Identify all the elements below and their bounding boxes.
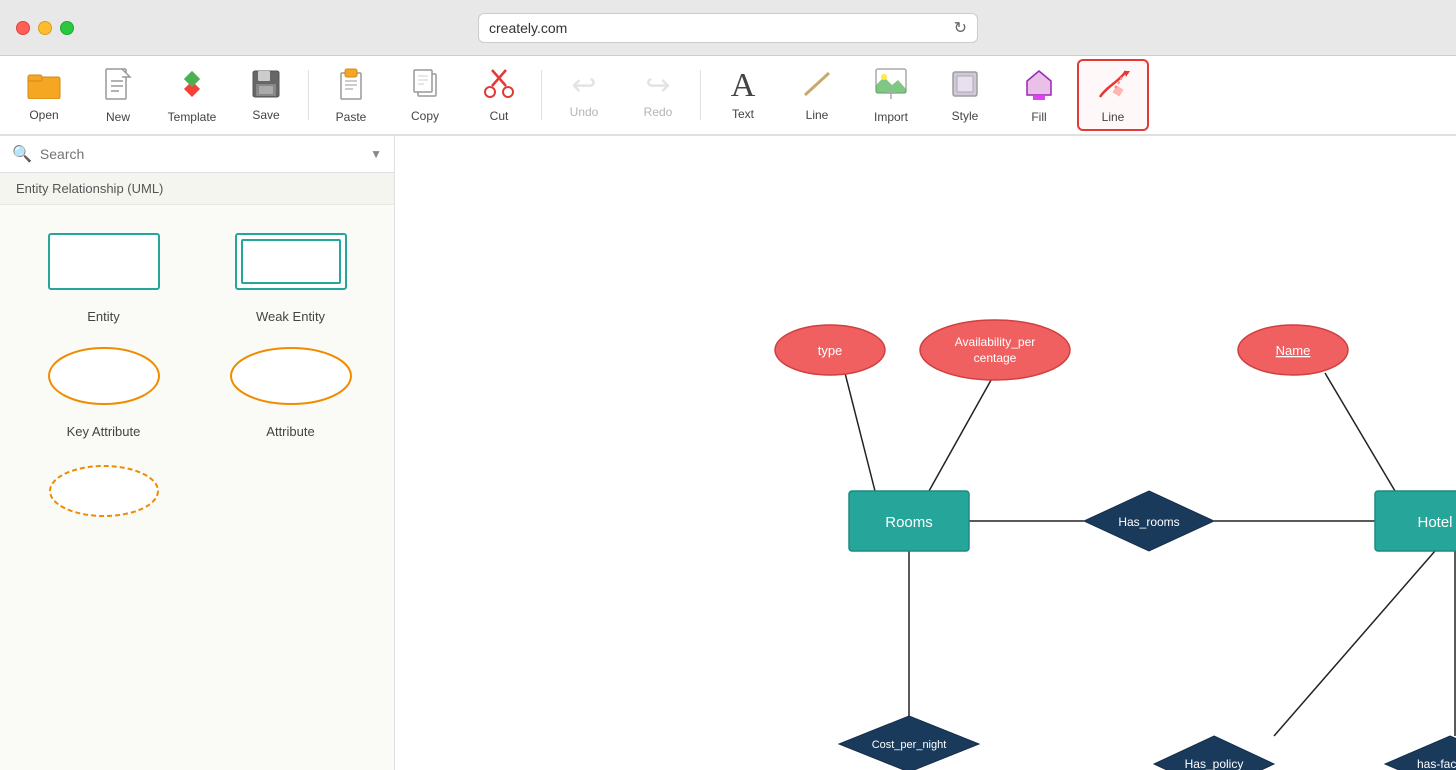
toolbar-style[interactable]: Style <box>929 59 1001 131</box>
line-active-label: Line <box>1102 110 1125 124</box>
import-label: Import <box>874 110 908 124</box>
new-label: New <box>106 110 130 124</box>
toolbar-cut[interactable]: Cut <box>463 59 535 131</box>
close-button[interactable] <box>16 21 30 35</box>
attribute-preview <box>221 336 361 416</box>
save-icon <box>251 69 281 104</box>
toolbar-copy[interactable]: Copy <box>389 59 461 131</box>
toolbar: Open New Template Save Paste <box>0 56 1456 136</box>
search-icon[interactable]: 🔍 <box>12 144 32 164</box>
open-label: Open <box>29 108 58 122</box>
svg-text:Rooms: Rooms <box>885 514 933 531</box>
partial-preview <box>34 451 174 531</box>
toolbar-save[interactable]: Save <box>230 59 302 131</box>
weak-entity-preview <box>221 221 361 301</box>
maximize-button[interactable] <box>60 21 74 35</box>
toolbar-fill[interactable]: Fill <box>1003 59 1075 131</box>
shape-item-attribute[interactable]: Attribute <box>203 336 378 439</box>
sidebar: 🔍 ▼ Entity Relationship (UML) Entity <box>0 136 395 770</box>
main-layout: 🔍 ▼ Entity Relationship (UML) Entity <box>0 136 1456 770</box>
svg-text:Has_policy: Has_policy <box>1185 757 1244 770</box>
svg-text:has-facilities: has-facilities <box>1417 757 1456 770</box>
toolbar-template[interactable]: Template <box>156 59 228 131</box>
weak-entity-label: Weak Entity <box>256 309 325 324</box>
toolbar-redo: ↪ Redo <box>622 59 694 131</box>
url-text: creately.com <box>489 20 567 36</box>
refresh-icon[interactable]: ↻ <box>954 18 967 38</box>
entity-label: Entity <box>87 309 120 324</box>
line-icon <box>801 69 833 104</box>
shape-item-entity[interactable]: Entity <box>16 221 191 324</box>
cut-icon <box>484 68 514 105</box>
svg-text:Hotel: Hotel <box>1417 514 1452 531</box>
toolbar-line[interactable]: Line <box>781 59 853 131</box>
fill-label: Fill <box>1031 110 1046 124</box>
minimize-button[interactable] <box>38 21 52 35</box>
undo-icon: ↩ <box>571 71 596 101</box>
divider-2 <box>541 70 542 120</box>
redo-label: Redo <box>644 105 673 119</box>
open-icon <box>26 69 62 104</box>
toolbar-paste[interactable]: Paste <box>315 59 387 131</box>
dropdown-arrow-icon[interactable]: ▼ <box>370 147 382 161</box>
template-label: Template <box>168 110 217 124</box>
shape-item-key-attribute[interactable]: Key Attribute <box>16 336 191 439</box>
key-attribute-preview <box>34 336 174 416</box>
shapes-grid: Entity Weak Entity Key <box>0 205 394 555</box>
svg-text:type: type <box>818 343 843 358</box>
toolbar-undo: ↩ Undo <box>548 59 620 131</box>
svg-text:Name: Name <box>1276 343 1311 358</box>
svg-text:centage: centage <box>974 351 1017 365</box>
attribute-label: Attribute <box>266 424 314 439</box>
import-icon <box>874 67 908 106</box>
toolbar-import[interactable]: Import <box>855 59 927 131</box>
text-label: Text <box>732 107 754 121</box>
key-attribute-label: Key Attribute <box>67 424 141 439</box>
style-label: Style <box>952 109 979 123</box>
address-bar[interactable]: creately.com ↻ <box>478 13 978 43</box>
copy-label: Copy <box>411 109 439 123</box>
svg-text:Cost_per_night: Cost_per_night <box>872 739 947 751</box>
toolbar-new[interactable]: New <box>82 59 154 131</box>
redo-icon: ↪ <box>645 71 670 101</box>
toolbar-text[interactable]: A Text <box>707 59 779 131</box>
paste-label: Paste <box>336 110 367 124</box>
undo-label: Undo <box>570 105 599 119</box>
titlebar: creately.com ↻ <box>0 0 1456 56</box>
text-icon: A <box>731 69 756 103</box>
shape-item-weak-entity[interactable]: Weak Entity <box>203 221 378 324</box>
line-label: Line <box>806 108 829 122</box>
style-icon <box>949 68 981 105</box>
svg-text:Has_rooms: Has_rooms <box>1118 515 1179 529</box>
search-input[interactable] <box>40 146 362 162</box>
new-icon <box>104 67 132 106</box>
toolbar-line-active[interactable]: Line <box>1077 59 1149 131</box>
cut-label: Cut <box>490 109 509 123</box>
toolbar-open[interactable]: Open <box>8 59 80 131</box>
divider-1 <box>308 70 309 120</box>
er-diagram: Rooms Hotel Has_rooms is_at Cost_per_nig… <box>395 136 1456 770</box>
template-icon <box>175 67 209 106</box>
canvas-area[interactable]: Rooms Hotel Has_rooms is_at Cost_per_nig… <box>395 136 1456 770</box>
svg-text:Availability_per: Availability_per <box>955 335 1036 349</box>
entity-preview <box>34 221 174 301</box>
fill-icon <box>1023 67 1055 106</box>
copy-icon <box>410 68 440 105</box>
search-bar: 🔍 ▼ <box>0 136 394 173</box>
paste-icon <box>336 67 366 106</box>
sidebar-category: Entity Relationship (UML) <box>0 173 394 205</box>
shape-item-partial[interactable] <box>16 451 191 539</box>
divider-3 <box>700 70 701 120</box>
line-active-icon <box>1096 67 1130 106</box>
traffic-lights <box>16 21 74 35</box>
save-label: Save <box>252 108 279 122</box>
